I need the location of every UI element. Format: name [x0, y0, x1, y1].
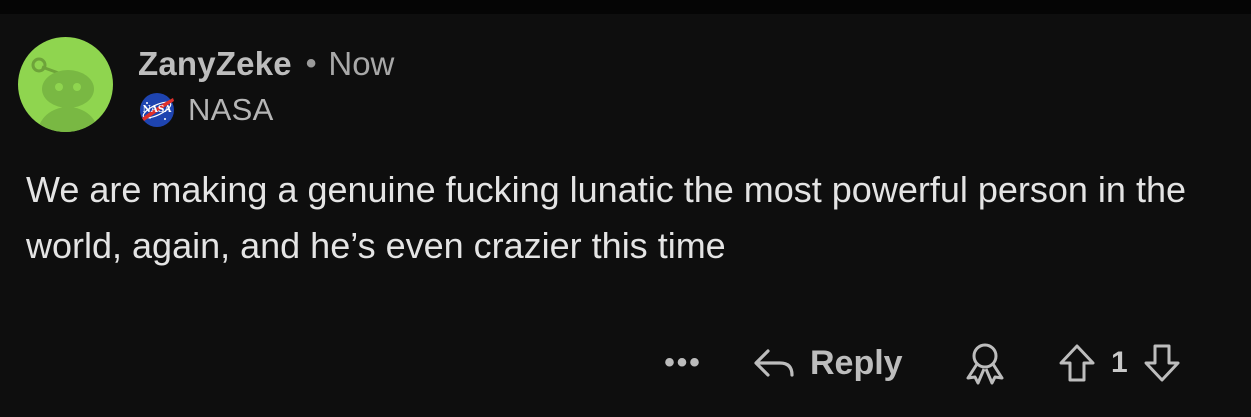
downvote-arrow-icon: [1144, 344, 1180, 382]
reply-label: Reply: [810, 343, 903, 382]
reply-arrow-icon: [754, 349, 794, 377]
reply-button[interactable]: Reply: [752, 339, 903, 387]
top-divider-strip: [0, 0, 1251, 14]
flair-text: NASA: [188, 92, 274, 127]
separator-dot: •: [305, 47, 317, 80]
more-options-button[interactable]: •••: [658, 339, 708, 387]
vote-controls: 1: [1057, 339, 1182, 387]
nasa-meatball-icon: NASA: [140, 93, 174, 127]
user-avatar[interactable]: [18, 37, 113, 132]
comment-card: ZanyZeke • Now NASA NASA We are making a…: [0, 14, 1251, 417]
vote-count: 1: [1111, 346, 1128, 379]
username-link[interactable]: ZanyZeke: [138, 45, 292, 83]
downvote-button[interactable]: [1142, 342, 1182, 384]
user-flair: NASA NASA: [138, 90, 274, 130]
comment-body: We are making a genuine fucking lunatic …: [26, 169, 1186, 266]
timestamp: Now: [328, 45, 395, 82]
award-icon: [966, 343, 1004, 385]
svg-text:NASA: NASA: [143, 105, 173, 115]
comment-header: ZanyZeke • Now: [138, 42, 394, 86]
award-button[interactable]: [960, 339, 1010, 387]
more-options-label: •••: [664, 346, 702, 379]
upvote-button[interactable]: [1057, 342, 1097, 384]
snoo-avatar-icon: [31, 57, 98, 132]
upvote-arrow-icon: [1059, 344, 1095, 382]
